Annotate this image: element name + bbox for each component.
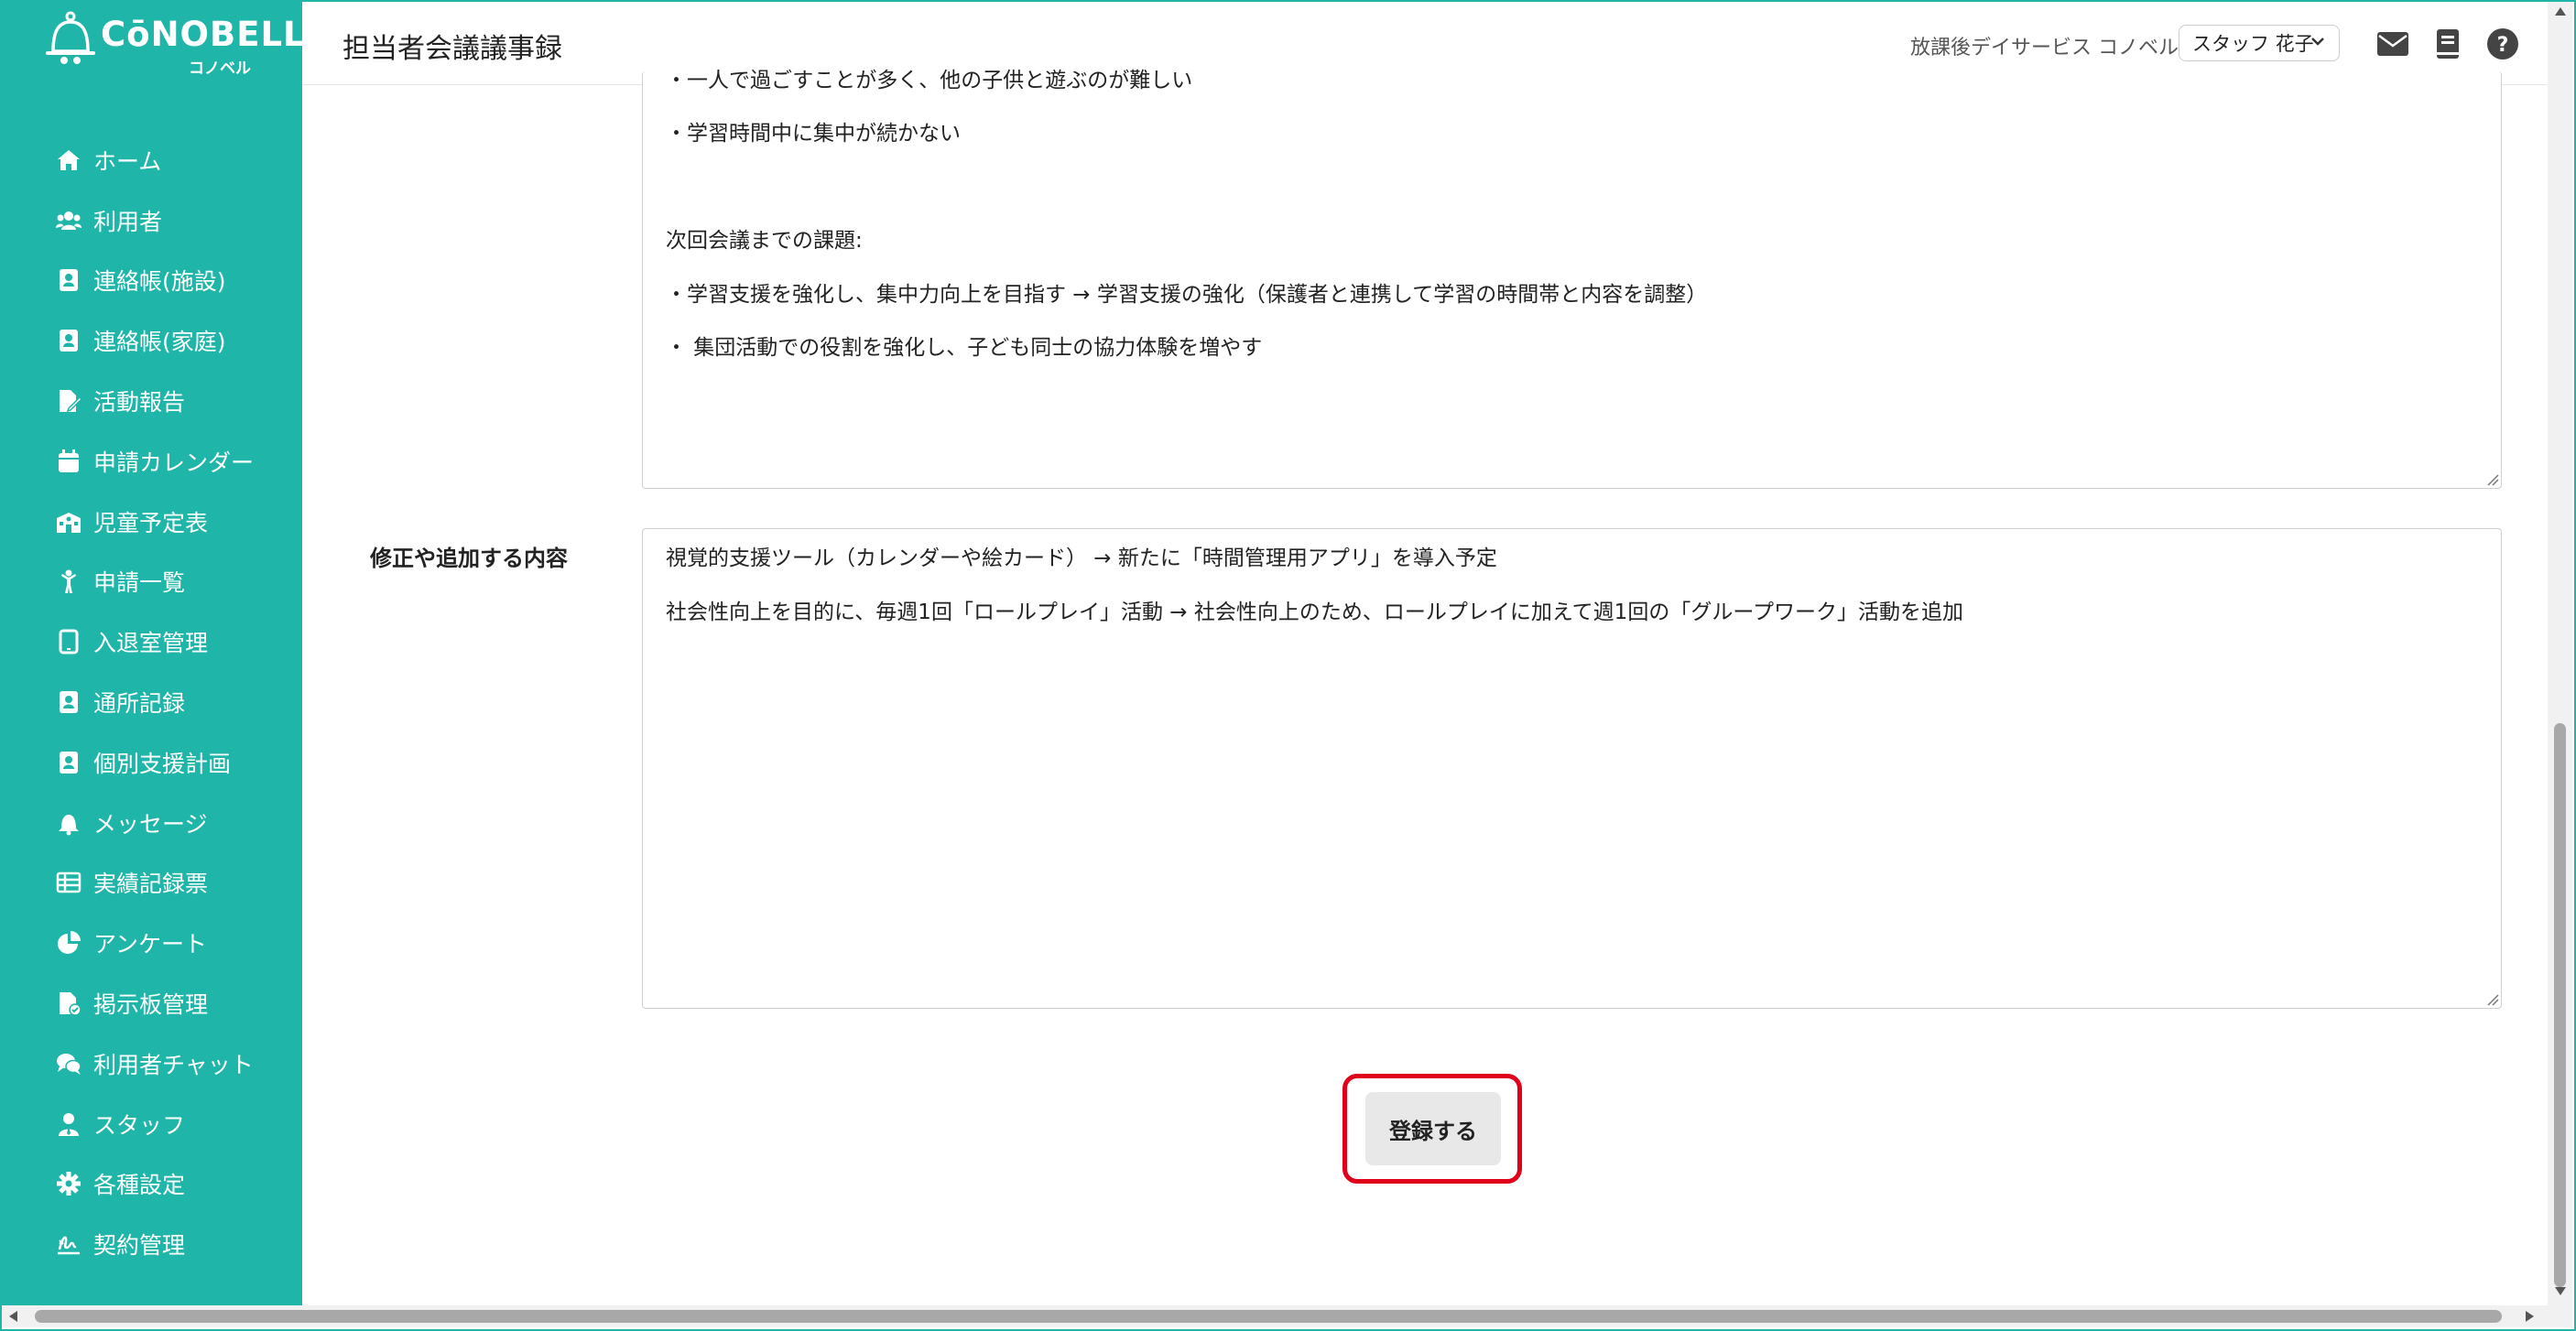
textarea-line: ・一人で過ごすことが多く、他の子供と遊ぶのが難しい <box>666 69 1193 92</box>
sidebar-item-label: 申請一覧 <box>93 569 186 597</box>
gear-icon <box>55 1170 82 1197</box>
staff-select[interactable]: スタッフ 花子 <box>2179 25 2340 61</box>
mail-icon[interactable] <box>2375 26 2411 62</box>
sidebar-item-label: 活動報告 <box>93 389 186 417</box>
modification-textarea[interactable]: 視覚的支援ツール（カレンダーや絵カード） → 新たに「時間管理用アプリ」を導入予… <box>642 528 2502 1009</box>
contact-card-icon <box>55 266 82 294</box>
sidebar-item[interactable]: 連絡帳(施設) <box>2 251 302 311</box>
sidebar-item[interactable]: 掲示板管理 <box>2 973 302 1033</box>
sidebar-item-label: 入退室管理 <box>93 630 209 657</box>
staff-select-value: スタッフ 花子 <box>2192 33 2314 55</box>
sidebar-nav: ホーム利用者連絡帳(施設) 連絡帳(家庭) 活動報告申請カレンダー 児童予定表申請一覧… <box>2 130 302 1274</box>
sidebar-item[interactable]: 児童予定表 <box>2 492 302 552</box>
sidebar-item-label: 児童予定表 <box>93 509 209 536</box>
sidebar-item-label: 連絡帳(施設) <box>93 268 226 296</box>
sidebar-item-label: アンケート <box>93 931 208 958</box>
scroll-up-icon[interactable] <box>2555 7 2566 16</box>
sidebar-item[interactable]: 申請一覧 <box>2 552 302 612</box>
resize-handle-icon[interactable] <box>2486 993 2499 1006</box>
app-logo[interactable]: CōNOBELL コノベル <box>40 9 305 78</box>
sidebar-item[interactable]: 連絡帳(家庭) <box>2 310 302 371</box>
sidebar-item-label: 掲示板管理 <box>93 991 209 1019</box>
textarea-line: ・学習時間中に集中が続かない <box>666 122 961 146</box>
sidebar-item-label: 申請カレンダー <box>93 449 255 476</box>
horizontal-scrollbar[interactable] <box>2 1305 2572 1327</box>
sidebar-item-label: 通所記録 <box>93 690 186 718</box>
chevron-down-icon <box>2311 38 2324 46</box>
home-icon <box>55 146 82 174</box>
resize-handle-icon[interactable] <box>2486 473 2499 486</box>
sidebar-item-label: 連絡帳(家庭) <box>93 329 226 356</box>
sidebar-item[interactable]: 個別支援計画 <box>2 732 302 793</box>
sidebar: CōNOBELL コノベル ホーム利用者連絡帳(施設) 連絡帳(家庭) 活動報告申請… <box>2 2 305 1305</box>
scroll-right-icon[interactable] <box>2526 1311 2534 1322</box>
sidebar-item[interactable]: 契約管理 <box>2 1214 302 1274</box>
contact-card-icon <box>55 327 82 354</box>
sidebar-item-label: 実績記録票 <box>93 871 209 898</box>
users-icon <box>55 207 82 234</box>
sidebar-item[interactable]: メッセージ <box>2 793 302 853</box>
staff-icon <box>55 1110 82 1138</box>
scroll-down-icon[interactable] <box>2555 1287 2566 1295</box>
sidebar-item-label: スタッフ <box>93 1111 186 1139</box>
calendar-icon <box>55 448 82 475</box>
contact-card-icon <box>55 688 82 716</box>
vertical-scrollbar[interactable] <box>2548 2 2572 1305</box>
page-title: 担当者会議議事録 <box>342 33 562 65</box>
sidebar-item[interactable]: 入退室管理 <box>2 611 302 672</box>
sidebar-item[interactable]: 活動報告 <box>2 371 302 431</box>
sidebar-item[interactable]: 各種設定 <box>2 1154 302 1215</box>
textarea-line: 社会性向上を目的に、毎週1回「ロールプレイ」活動 → 社会性向上のため、ロールプ… <box>666 601 1963 624</box>
brand-subtitle: コノベル <box>189 60 251 78</box>
sidebar-item[interactable]: 利用者チャット <box>2 1033 302 1094</box>
sidebar-item[interactable]: 実績記録票 <box>2 853 302 914</box>
vertical-scroll-thumb[interactable] <box>2554 723 2566 1287</box>
sidebar-item-label: ホーム <box>93 147 162 175</box>
horizontal-scroll-thumb[interactable] <box>35 1310 2502 1323</box>
sidebar-item-label: メッセージ <box>93 810 208 838</box>
sidebar-item-label: 契約管理 <box>93 1232 186 1260</box>
bell-icon <box>55 809 82 837</box>
scroll-left-icon[interactable] <box>9 1311 17 1322</box>
modification-label: 修正や追加する内容 <box>370 546 568 571</box>
table-icon <box>55 869 82 896</box>
bell-logo-icon <box>46 11 95 64</box>
meeting-notes-textarea[interactable]: ・一人で過ごすことが多く、他の子供と遊ぶのが難しい ・学習時間中に集中が続かない… <box>642 69 2502 489</box>
help-icon[interactable]: ? <box>2484 26 2521 62</box>
chat-icon <box>55 1050 82 1077</box>
facility-name: 放課後デイサービス コノベル <box>1910 37 2179 60</box>
sidebar-item[interactable]: 通所記録 <box>2 672 302 732</box>
school-icon <box>55 508 82 536</box>
child-icon <box>55 568 82 595</box>
sidebar-item[interactable]: アンケート <box>2 913 302 973</box>
textarea-line: 視覚的支援ツール（カレンダーや絵カード） → 新たに「時間管理用アプリ」を導入予… <box>666 546 1497 570</box>
sidebar-item-label: 各種設定 <box>93 1172 186 1199</box>
contact-card-icon <box>55 749 82 776</box>
tablet-icon <box>55 628 82 655</box>
sidebar-item-label: 利用者チャット <box>93 1051 254 1078</box>
submit-button[interactable]: 登録する <box>1365 1092 1501 1165</box>
brand-name: CōNOBELL <box>101 15 306 54</box>
signature-icon <box>55 1230 82 1258</box>
svg-text:?: ? <box>2497 34 2509 57</box>
sidebar-item-label: 個別支援計画 <box>93 750 232 777</box>
edit-file-icon <box>55 387 82 415</box>
sidebar-item-label: 利用者 <box>93 208 163 235</box>
manual-book-icon[interactable] <box>2429 26 2466 62</box>
sidebar-item[interactable]: 利用者 <box>2 190 302 251</box>
sidebar-item[interactable]: スタッフ <box>2 1094 302 1154</box>
sidebar-item[interactable]: ホーム <box>2 130 302 190</box>
textarea-line: ・学習支援を強化し、集中力向上を目指す → 学習支援の強化（保護者と連携して学習… <box>666 283 1708 307</box>
textarea-line: ・ 集団活動での役割を強化し、子ども同士の協力体験を増やす <box>666 336 1263 360</box>
pie-chart-icon <box>55 929 82 957</box>
sidebar-item[interactable]: 申請カレンダー <box>2 431 302 492</box>
submit-highlight: 登録する <box>1342 1074 1522 1184</box>
file-check-icon <box>55 990 82 1017</box>
textarea-line: 次回会議までの課題: <box>666 229 863 253</box>
